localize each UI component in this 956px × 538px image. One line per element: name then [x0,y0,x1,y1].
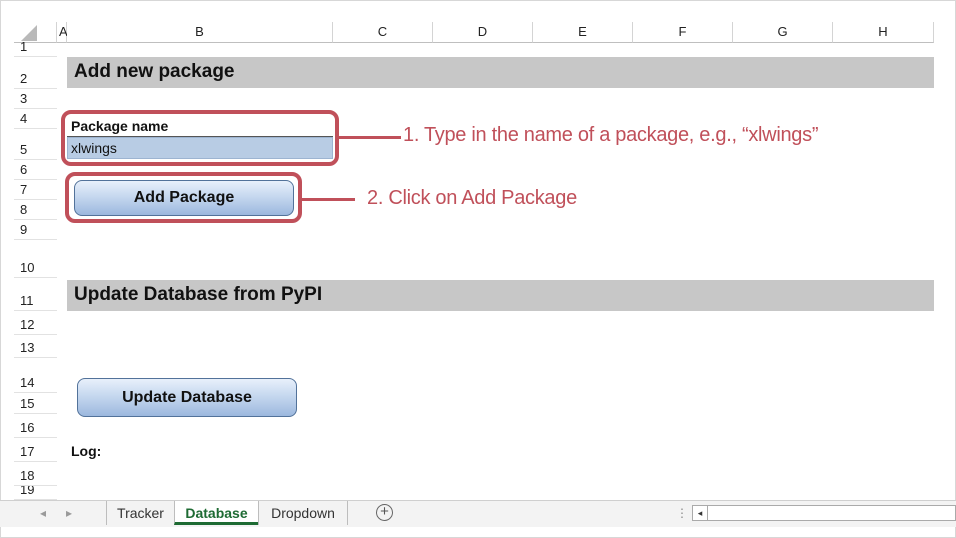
step1-connector-line [339,136,401,139]
row-header-7[interactable]: 7 [14,180,57,200]
column-header-f[interactable]: F [633,22,733,43]
column-header-b[interactable]: B [67,22,333,43]
prev-sheet-icon[interactable]: ◂ [40,506,46,520]
row-header-17[interactable]: 17 [14,438,57,462]
row-header-2[interactable]: 2 [14,57,57,89]
row-header-15[interactable]: 15 [14,393,57,414]
step2-connector-line [302,198,355,201]
row-header-12[interactable]: 12 [14,311,57,335]
row-header-18[interactable]: 18 [14,462,57,486]
sheet-tab-tracker[interactable]: Tracker [106,501,174,525]
column-header-g[interactable]: G [733,22,833,43]
column-header-e[interactable]: E [533,22,633,43]
row-header-11[interactable]: 11 [14,278,57,311]
row-header-5[interactable]: 5 [14,129,57,160]
column-header-c[interactable]: C [333,22,433,43]
row-header-1[interactable]: 1 [14,39,57,57]
row-header-8[interactable]: 8 [14,200,57,220]
add-sheet-icon[interactable]: + [376,504,393,521]
row-header-4[interactable]: 4 [14,109,57,129]
step2-highlight-box [65,172,302,223]
scroll-left-icon[interactable]: ◂ [692,505,708,521]
row-header-10[interactable]: 10 [14,240,57,278]
row-header-3[interactable]: 3 [14,89,57,109]
next-sheet-icon[interactable]: ▸ [66,506,72,520]
update-db-section-title: Update Database from PyPI [74,284,323,305]
row-header-19[interactable]: 19 [14,486,57,500]
row-header-9[interactable]: 9 [14,220,57,240]
step1-highlight-box [61,110,339,166]
row-header-14[interactable]: 14 [14,358,57,393]
sheet-tab-database[interactable]: Database [174,501,258,525]
column-header-d[interactable]: D [433,22,533,43]
add-package-section-title: Add new package [74,61,235,82]
tab-split-handle-icon[interactable]: ⋮ [676,506,688,520]
column-header-h[interactable]: H [833,22,934,43]
step2-annotation: 2. Click on Add Package [367,187,577,209]
horizontal-scrollbar[interactable] [708,505,956,521]
row-header-13[interactable]: 13 [14,335,57,358]
column-header-a[interactable]: A [57,22,68,43]
row-header-6[interactable]: 6 [14,160,57,180]
add-package-section-bar: Add new package [67,57,934,88]
update-database-button[interactable]: Update Database [77,378,297,417]
log-label: Log: [71,443,102,459]
update-db-section-bar: Update Database from PyPI [67,280,934,311]
sheet-tab-bar: ◂ ▸ Tracker Database Dropdown + ⋮ ◂ [0,500,956,527]
step1-annotation: 1. Type in the name of a package, e.g., … [403,124,819,146]
sheet-tab-dropdown[interactable]: Dropdown [258,501,348,525]
row-header-16[interactable]: 16 [14,414,57,438]
